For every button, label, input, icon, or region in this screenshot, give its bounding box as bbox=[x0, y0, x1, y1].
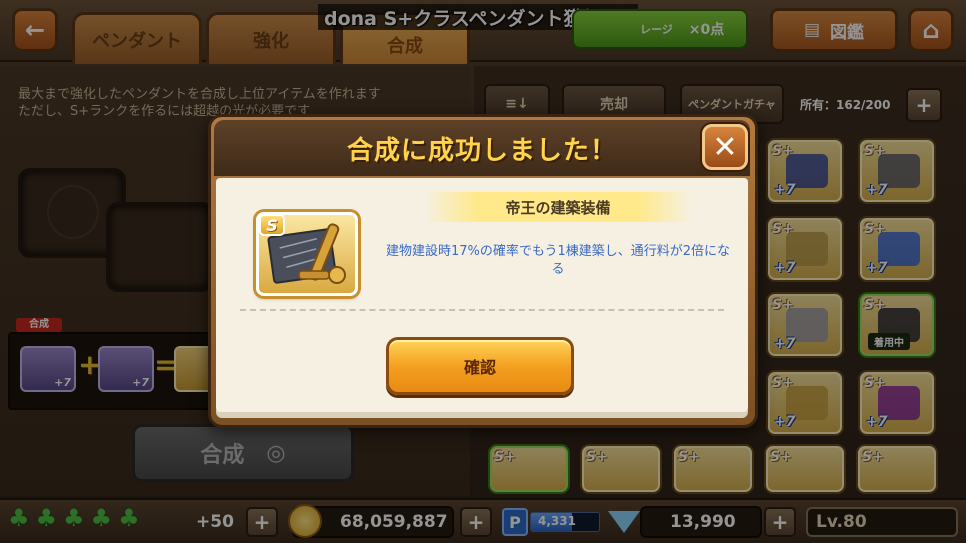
item-name: 帝王の建築装備 bbox=[424, 192, 692, 222]
item-name-text: 帝王の建築装備 bbox=[505, 198, 611, 217]
confirm-label: 確認 bbox=[463, 358, 496, 377]
close-x-icon: ✕ bbox=[712, 129, 738, 165]
dialog-title-text: 合成に成功しました！ bbox=[346, 135, 617, 166]
item-rank-text: S bbox=[266, 215, 278, 235]
item-description-text: 建物建設時17%の確率でもう1棟建築し、通行料が2倍になる bbox=[385, 244, 731, 277]
close-button[interactable]: ✕ bbox=[702, 124, 748, 170]
item-description: 建物建設時17%の確率でもう1棟建築し、通行料が2倍になる bbox=[380, 243, 736, 279]
dialog-title: 合成に成功しました！ bbox=[214, 120, 750, 176]
dialog-divider bbox=[240, 309, 724, 311]
item-rank-badge: S bbox=[259, 214, 285, 236]
confirm-button[interactable]: 確認 bbox=[386, 337, 574, 395]
